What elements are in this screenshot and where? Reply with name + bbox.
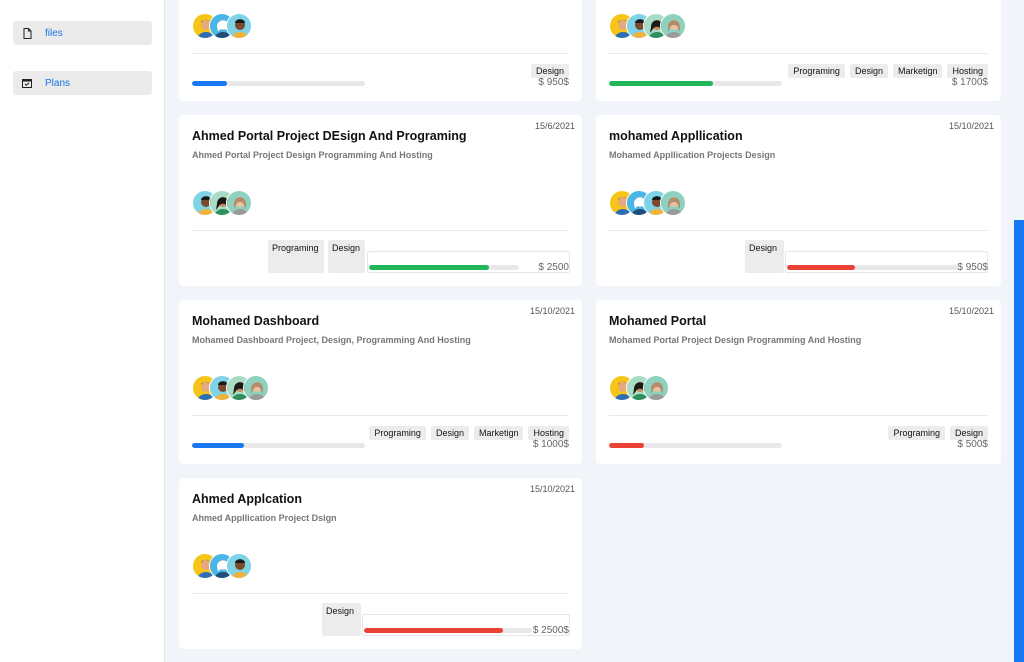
project-date: 15/6/2021 xyxy=(534,121,575,131)
price: $ 2500$ xyxy=(532,625,569,636)
tag: Design xyxy=(322,603,361,636)
project-title[interactable]: Mohamed Portal xyxy=(609,314,706,328)
divider xyxy=(192,53,569,54)
tag: Programing xyxy=(788,64,845,78)
progress-bar xyxy=(609,443,782,448)
project-title[interactable]: Ahmed Portal Project DEsign And Programi… xyxy=(192,129,467,143)
progress-fill xyxy=(369,265,489,270)
tag-list: Programing Design xyxy=(888,426,988,440)
divider xyxy=(192,593,569,594)
avatar-group xyxy=(192,190,252,216)
progress-fill xyxy=(787,265,856,270)
project-card[interactable]: Mohamed Dashboard 15/10/2021 Mohamed Das… xyxy=(179,300,582,464)
sidebar-item-label: Plans xyxy=(45,77,71,89)
project-card[interactable]: mohamed Appllication 15/10/2021 Mohamed … xyxy=(596,115,1001,286)
tag: Design xyxy=(849,64,888,78)
divider xyxy=(609,415,988,416)
price: $ 950$ xyxy=(538,77,569,88)
progress-fill xyxy=(192,81,227,86)
project-card[interactable]: Mohamed Portal 15/10/2021 Mohamed Portal… xyxy=(596,300,1001,464)
tag: Design xyxy=(328,240,365,273)
project-description: Ahmed Portal Project Design Programming … xyxy=(192,150,433,160)
project-description: Ahmed Appllication Project Dsign xyxy=(192,513,337,523)
sidebar-item-plans[interactable]: Plans xyxy=(13,71,152,95)
project-date: 15/10/2021 xyxy=(948,306,994,316)
tag-list: Design xyxy=(530,64,569,78)
tag: Programing xyxy=(268,240,324,273)
tag: Marketign xyxy=(473,426,524,440)
calendar-icon xyxy=(20,76,34,90)
progress-fill xyxy=(192,443,244,448)
file-icon xyxy=(20,26,34,40)
avatar-group xyxy=(609,375,669,401)
avatar[interactable] xyxy=(660,13,686,39)
project-description: Mohamed Dashboard Project, Design, Progr… xyxy=(192,335,471,345)
tag-list: Programing Design Marketign Hosting xyxy=(788,64,988,78)
tag: Programing xyxy=(369,426,426,440)
price: $ 1000$ xyxy=(532,439,569,450)
avatar[interactable] xyxy=(226,190,252,216)
avatar[interactable] xyxy=(226,553,252,579)
avatar-group xyxy=(192,553,252,579)
avatar[interactable] xyxy=(243,375,269,401)
tag: Programing xyxy=(888,426,945,440)
price: $ 2500 xyxy=(538,262,569,273)
project-card[interactable]: Ahmed Portal Project DEsign And Programi… xyxy=(179,115,582,286)
project-card[interactable]: Ahmed Applcation 15/10/2021 Ahmed Applli… xyxy=(179,478,582,649)
avatar-group xyxy=(192,375,269,401)
avatar-group xyxy=(609,13,686,39)
tag-list: Programing Design Marketign Hosting xyxy=(369,426,569,440)
project-card[interactable]: Programing Design Marketign Hosting $ 1700$ xyxy=(596,0,1001,101)
tag: Design xyxy=(949,426,988,440)
progress-bar xyxy=(364,628,532,633)
sidebar-item-label: files xyxy=(45,27,63,39)
progress-bar xyxy=(369,265,519,270)
price: $ 500$ xyxy=(957,439,988,450)
sidebar: files Plans xyxy=(0,0,165,662)
project-title[interactable]: Ahmed Applcation xyxy=(192,492,302,506)
divider xyxy=(609,53,988,54)
scrollbar[interactable] xyxy=(1014,220,1024,662)
progress-bar xyxy=(609,81,782,86)
avatar[interactable] xyxy=(643,375,669,401)
progress-fill xyxy=(609,81,713,86)
tag: Marketign xyxy=(892,64,943,78)
tag: Design xyxy=(430,426,469,440)
tag: Design xyxy=(530,64,569,78)
tag: Hosting xyxy=(528,426,569,440)
project-card[interactable]: Design $ 950$ xyxy=(179,0,582,101)
tag: Hosting xyxy=(947,64,988,78)
project-description: Mohamed Portal Project Design Programmin… xyxy=(609,335,862,345)
avatar[interactable] xyxy=(226,13,252,39)
project-description: Mohamed Appllication Projects Design xyxy=(609,150,776,160)
avatar-group xyxy=(609,190,686,216)
progress-bar xyxy=(787,265,958,270)
tag: Design xyxy=(745,240,784,273)
project-date: 15/10/2021 xyxy=(529,306,575,316)
avatar[interactable] xyxy=(660,190,686,216)
project-date: 15/10/2021 xyxy=(948,121,994,131)
sidebar-item-files[interactable]: files xyxy=(13,21,152,45)
divider xyxy=(609,230,988,231)
avatar-group xyxy=(192,13,252,39)
project-date: 15/10/2021 xyxy=(529,484,575,494)
project-title[interactable]: Mohamed Dashboard xyxy=(192,314,319,328)
progress-fill xyxy=(364,628,504,633)
divider xyxy=(192,415,569,416)
project-title[interactable]: mohamed Appllication xyxy=(609,129,743,143)
price: $ 1700$ xyxy=(951,77,988,88)
price: $ 950$ xyxy=(957,262,988,273)
progress-bar xyxy=(192,443,365,448)
divider xyxy=(192,230,569,231)
progress-fill xyxy=(609,443,644,448)
progress-bar xyxy=(192,81,365,86)
